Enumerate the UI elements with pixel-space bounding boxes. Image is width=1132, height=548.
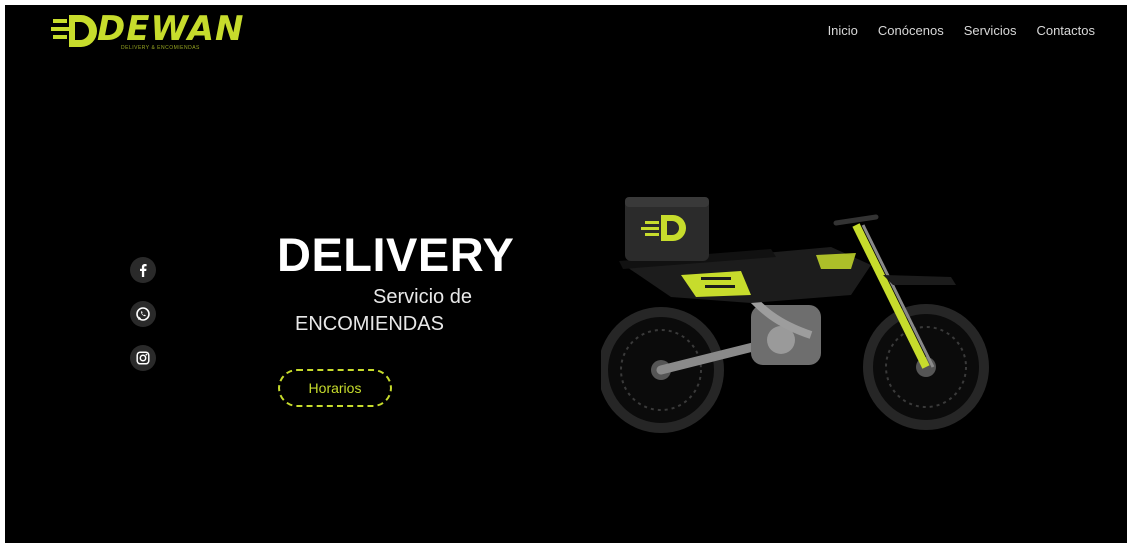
logo-speed-d-icon xyxy=(51,15,97,47)
instagram-icon xyxy=(136,351,150,365)
whatsapp-icon xyxy=(136,307,150,321)
hero-subtitle-line2: ENCOMIENDAS xyxy=(295,313,444,335)
instagram-link[interactable] xyxy=(130,345,156,371)
delivery-motorcycle-image xyxy=(601,197,989,433)
facebook-icon xyxy=(140,264,147,277)
hero-title: DELIVERY xyxy=(277,228,515,281)
whatsapp-link[interactable] xyxy=(130,301,156,327)
main-nav: Inicio Conócenos Servicios Contactos xyxy=(828,23,1095,38)
brand-tagline: DELIVERY & ENCOMIENDAS xyxy=(121,45,200,51)
nav-item-conocenos[interactable]: Conócenos xyxy=(878,23,944,38)
nav-item-contactos[interactable]: Contactos xyxy=(1036,23,1095,38)
social-links xyxy=(130,257,156,371)
horarios-button[interactable]: Horarios xyxy=(278,369,392,407)
brand-logo[interactable]: DEWAN DELIVERY & ENCOMIENDAS xyxy=(51,9,244,53)
facebook-link[interactable] xyxy=(130,257,156,283)
nav-item-servicios[interactable]: Servicios xyxy=(964,23,1017,38)
hero-subtitle-line1: Servicio de xyxy=(373,286,472,308)
page: DEWAN DELIVERY & ENCOMIENDAS Inicio Conó… xyxy=(5,5,1127,543)
nav-item-inicio[interactable]: Inicio xyxy=(828,23,858,38)
brand-name: DEWAN xyxy=(97,9,245,49)
